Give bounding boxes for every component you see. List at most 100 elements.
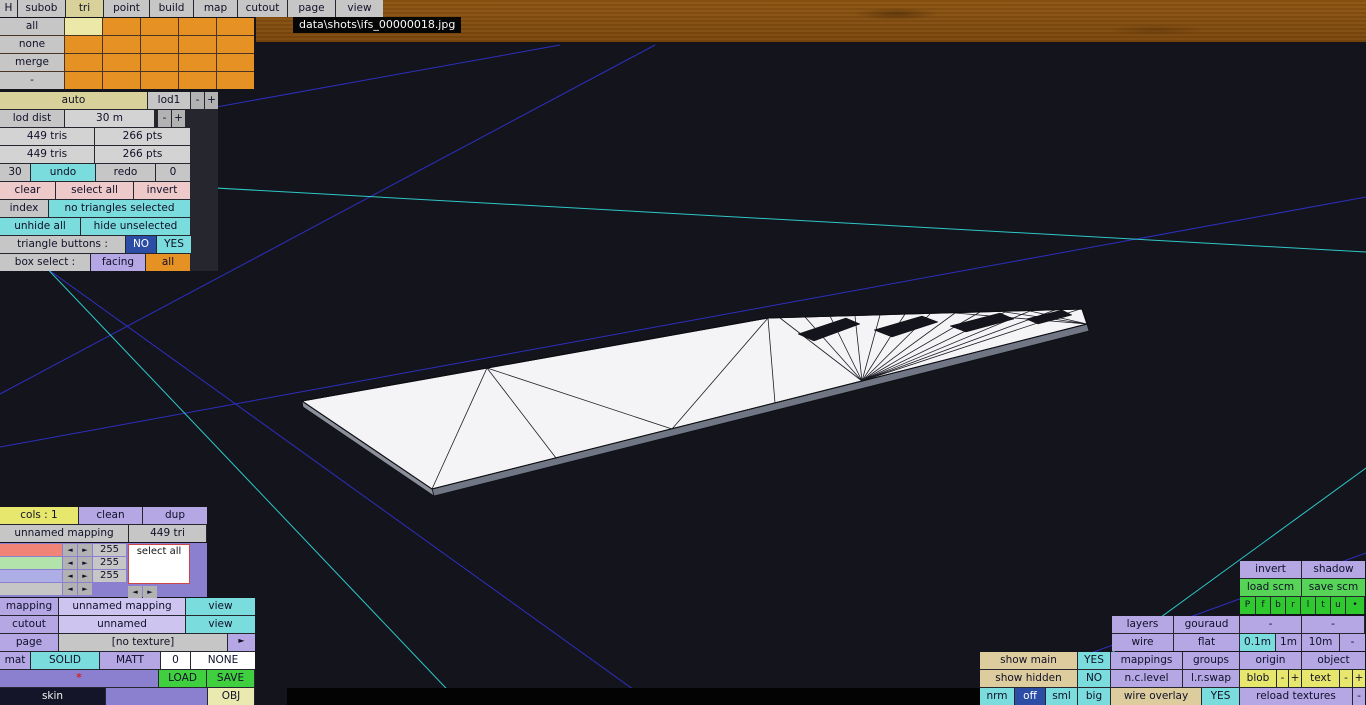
mappings-button[interactable]: mappings — [1111, 652, 1182, 669]
nrm-off-button[interactable]: off — [1015, 688, 1045, 705]
subobject-cell[interactable] — [179, 72, 216, 89]
shadow-button[interactable]: shadow — [1302, 561, 1365, 578]
view-key-back[interactable]: b — [1271, 597, 1285, 614]
mat-none-value[interactable]: NONE — [191, 652, 255, 669]
subobject-cell[interactable] — [217, 36, 254, 53]
grid-10m-button[interactable]: 10m — [1302, 634, 1339, 651]
subobject-cell[interactable] — [65, 54, 102, 71]
show-main-toggle[interactable]: YES — [1078, 652, 1110, 669]
subobject-cell[interactable] — [141, 36, 178, 53]
mapping-list[interactable]: select all — [128, 544, 190, 584]
cutout-view-button[interactable]: view — [186, 616, 255, 633]
box-select-all[interactable]: all — [146, 254, 190, 271]
lod-minus-button[interactable]: - — [191, 92, 204, 109]
subobject-cell[interactable] — [103, 36, 140, 53]
wire-overlay-toggle[interactable]: YES — [1202, 688, 1239, 705]
invert-selection-button[interactable]: invert — [134, 182, 190, 199]
page-browse-button[interactable]: ► — [228, 634, 255, 651]
subobject-all-button[interactable]: all — [0, 18, 64, 35]
subobject-cell[interactable] — [141, 54, 178, 71]
mat-solid-button[interactable]: SOLID — [31, 652, 99, 669]
view-key-front[interactable]: f — [1256, 597, 1270, 614]
subobject-cell[interactable] — [141, 18, 178, 35]
skin-button[interactable]: skin — [0, 688, 105, 705]
triangle-buttons-no[interactable]: NO — [126, 236, 156, 253]
channel-green-increment-button[interactable]: ► — [78, 557, 92, 569]
subobject-cell[interactable] — [141, 72, 178, 89]
clear-button[interactable]: clear — [0, 182, 55, 199]
groups-button[interactable]: groups — [1183, 652, 1239, 669]
box-select-facing[interactable]: facing — [91, 254, 145, 271]
channel-blue-increment-button[interactable]: ► — [78, 570, 92, 582]
subobject-cell[interactable] — [217, 72, 254, 89]
subobject-cell[interactable] — [217, 54, 254, 71]
nc-level-button[interactable]: n.c.level — [1111, 670, 1182, 687]
view-key-under[interactable]: u — [1331, 597, 1345, 614]
triangle-buttons-yes[interactable]: YES — [157, 236, 191, 253]
subobject-cell[interactable] — [65, 18, 102, 35]
load-button[interactable]: LOAD — [159, 670, 206, 687]
list-scroll-left-button[interactable]: ◄ — [128, 586, 142, 598]
subobject-cell[interactable] — [179, 54, 216, 71]
dup-button[interactable]: dup — [143, 507, 207, 524]
subobject-cell[interactable] — [179, 36, 216, 53]
undo-button[interactable]: undo — [31, 164, 95, 181]
channel-blue-decrement-button[interactable]: ◄ — [63, 570, 77, 582]
cutout-row-label[interactable]: cutout — [0, 616, 58, 633]
obj-button[interactable]: OBJ — [208, 688, 254, 705]
unhide-all-button[interactable]: unhide all — [0, 218, 80, 235]
channel-gray-increment-button[interactable]: ► — [78, 583, 92, 595]
subobject-cell[interactable] — [103, 72, 140, 89]
subobject-cell[interactable] — [65, 72, 102, 89]
mat-zero-value[interactable]: 0 — [161, 652, 190, 669]
load-scm-button[interactable]: load scm — [1240, 579, 1301, 596]
index-button[interactable]: index — [0, 200, 48, 217]
reload-dash-button[interactable]: - — [1353, 688, 1365, 705]
blob-plus-button[interactable]: + — [1289, 670, 1301, 687]
subobject-merge-button[interactable]: merge — [0, 54, 64, 71]
view-key-right[interactable]: r — [1286, 597, 1300, 614]
subobject-cell[interactable] — [179, 18, 216, 35]
view-key-p[interactable]: P — [1240, 597, 1255, 614]
nrm-sml-button[interactable]: sml — [1046, 688, 1077, 705]
tab-view[interactable]: view — [336, 0, 383, 17]
nrm-big-button[interactable]: big — [1078, 688, 1110, 705]
hide-unselected-button[interactable]: hide unselected — [81, 218, 190, 235]
invert-button[interactable]: invert — [1240, 561, 1301, 578]
view-key-top[interactable]: t — [1316, 597, 1330, 614]
save-scm-button[interactable]: save scm — [1302, 579, 1365, 596]
cols-button[interactable]: cols : 1 — [0, 507, 78, 524]
text-minus-button[interactable]: - — [1340, 670, 1352, 687]
blob-minus-button[interactable]: - — [1277, 670, 1288, 687]
mapping-row-label[interactable]: mapping — [0, 598, 58, 615]
grid-dash-button[interactable]: - — [1340, 634, 1365, 651]
save-button[interactable]: SAVE — [207, 670, 254, 687]
subobject-none-button[interactable]: none — [0, 36, 64, 53]
tab-h[interactable]: H — [0, 0, 17, 17]
layers-dash2-button[interactable]: - — [1302, 616, 1364, 633]
channel-gray-decrement-button[interactable]: ◄ — [63, 583, 77, 595]
layers-button[interactable]: layers — [1112, 616, 1173, 633]
mapping-row-value[interactable]: unnamed mapping — [59, 598, 185, 615]
flat-button[interactable]: flat — [1174, 634, 1239, 651]
cutout-row-value[interactable]: unnamed — [59, 616, 185, 633]
tab-page[interactable]: page — [288, 0, 335, 17]
mapping-list-item[interactable]: select all — [137, 546, 182, 557]
grid-1m-button[interactable]: 1m — [1276, 634, 1301, 651]
channel-red-decrement-button[interactable]: ◄ — [63, 544, 77, 556]
subobject-cell[interactable] — [103, 54, 140, 71]
blob-button[interactable]: blob — [1240, 670, 1276, 687]
select-all-button[interactable]: select all — [56, 182, 133, 199]
page-row-label[interactable]: page — [0, 634, 58, 651]
lr-swap-button[interactable]: l.r.swap — [1183, 670, 1239, 687]
lod-dist-plus-button[interactable]: + — [172, 110, 185, 127]
wire-button[interactable]: wire — [1112, 634, 1173, 651]
subobject-cell[interactable] — [217, 18, 254, 35]
lod-auto-button[interactable]: auto — [0, 92, 147, 109]
lod-dist-minus-button[interactable]: - — [158, 110, 171, 127]
lod-plus-button[interactable]: + — [205, 92, 218, 109]
redo-button[interactable]: redo — [96, 164, 155, 181]
layers-dash-button[interactable]: - — [1240, 616, 1301, 633]
tab-tri[interactable]: tri — [66, 0, 103, 17]
show-hidden-toggle[interactable]: NO — [1078, 670, 1110, 687]
